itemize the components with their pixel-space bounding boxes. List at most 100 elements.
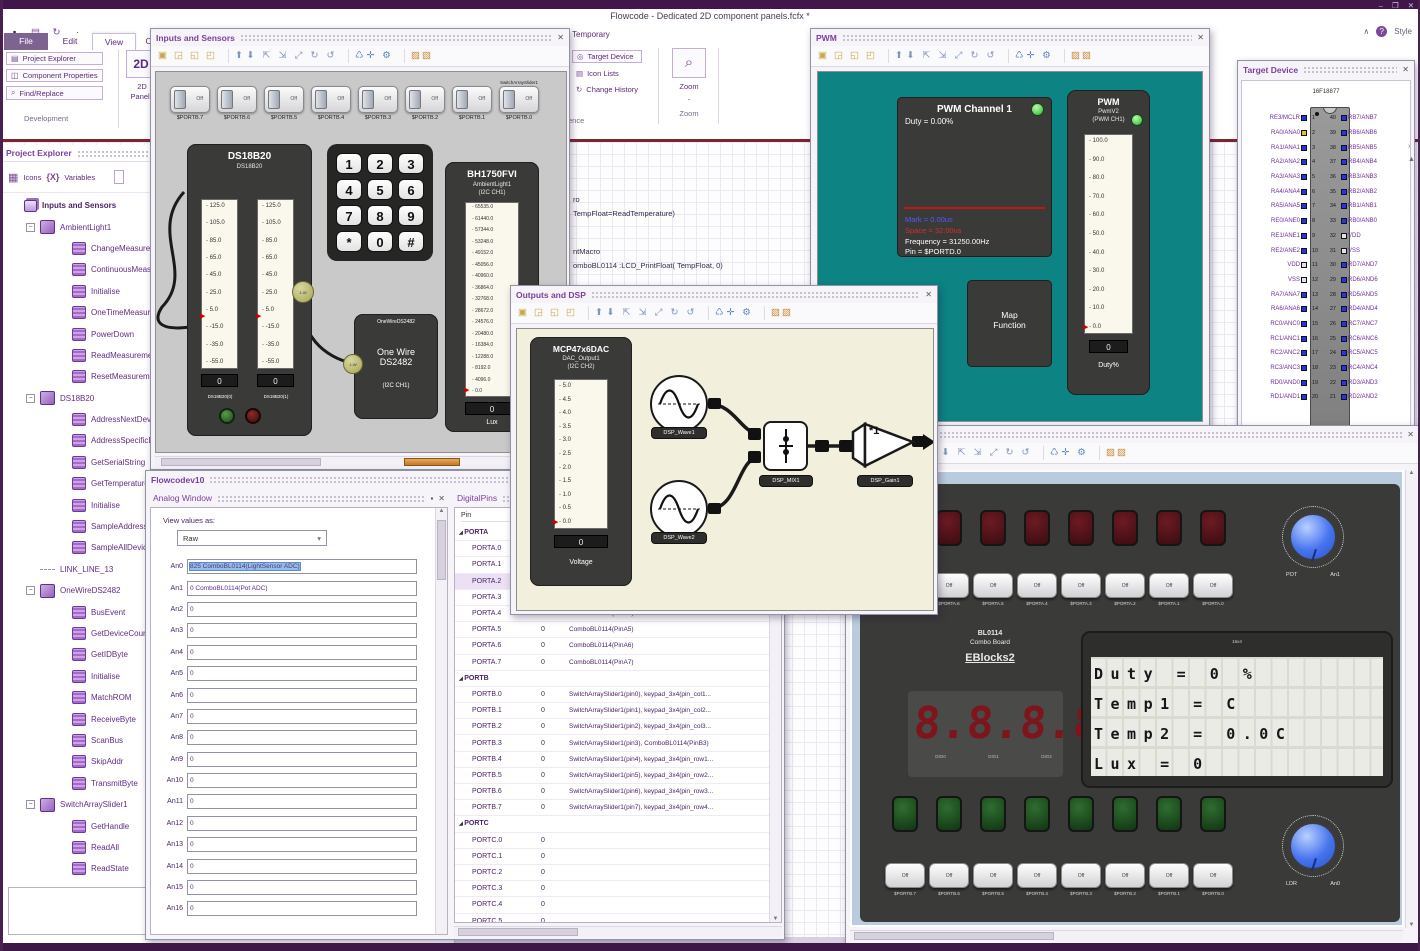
toolbar-icon[interactable]: ▧ bbox=[1115, 446, 1128, 460]
analog-value-field[interactable]: 0 bbox=[187, 858, 417, 874]
tree-expander-icon[interactable]: − bbox=[26, 800, 35, 810]
dsp-mixer-component[interactable] bbox=[763, 421, 808, 471]
horizontal-scrollbar[interactable] bbox=[155, 456, 565, 467]
scrollbar-thumb[interactable] bbox=[404, 458, 460, 466]
slider-switch[interactable]: Off $PORTB.5 bbox=[264, 80, 304, 121]
toolbar-icon[interactable]: ⬆ bbox=[588, 306, 603, 320]
toolbar-icon[interactable]: ◰ bbox=[564, 306, 577, 320]
keypad-key[interactable]: # bbox=[398, 231, 424, 252]
close-icon[interactable]: ✕ bbox=[1197, 33, 1204, 42]
tree-expander-icon[interactable] bbox=[58, 822, 67, 831]
ribbon-button[interactable]: ◫ Component Properties bbox=[6, 69, 103, 82]
toolbar-icon[interactable]: ▣ bbox=[516, 306, 529, 320]
toolbar-icon[interactable]: ♺ bbox=[348, 49, 364, 63]
switch-knob[interactable] bbox=[221, 90, 233, 109]
switch-knob[interactable] bbox=[315, 90, 327, 109]
panel-2d-canvas[interactable]: Off $PORTB.7 Off $PORTB.6 Off $PORTB.5 O… bbox=[155, 71, 567, 453]
toolbar-icon[interactable]: ↺ bbox=[1019, 446, 1032, 460]
switch-body[interactable]: Off bbox=[499, 86, 539, 113]
vscroll-up-icon[interactable]: ▲ bbox=[1408, 156, 1415, 163]
analog-value-field[interactable]: 0 bbox=[187, 751, 417, 767]
scrollbar-thumb[interactable] bbox=[458, 928, 578, 936]
close-icon[interactable]: ✕ bbox=[1408, 1, 1414, 10]
digital-pin-row[interactable]: PORTA.5 0 ComboBL0114(PinA5) bbox=[455, 622, 781, 639]
slider-switch[interactable]: Off $PORTB.3 bbox=[358, 80, 398, 121]
analog-value-field[interactable]: 0 bbox=[187, 794, 417, 810]
knob-dial[interactable] bbox=[1289, 822, 1337, 870]
toolbar-icon[interactable]: ↻ bbox=[1003, 446, 1016, 460]
toolbar-icon[interactable]: ◲ bbox=[532, 306, 545, 320]
tree-expander-icon[interactable] bbox=[58, 864, 67, 873]
slider-switch[interactable]: SwitchArraySlider1 Off $PORTB.0 bbox=[499, 80, 539, 121]
keypad-key[interactable]: * bbox=[336, 231, 362, 252]
switch-body[interactable]: Off bbox=[452, 86, 492, 113]
tree-expander-icon[interactable] bbox=[58, 479, 67, 488]
ribbon-checkbox-item[interactable]: ▤ Icon Lists bbox=[572, 68, 642, 79]
voltage-gauge[interactable]: 5.0 4.5 4.0 3.5 3.0 2.5 2.0 1.5 1.0 0.5 0.0 ▶ bbox=[553, 379, 608, 529]
port-button[interactable]: Off $PORTA.4 bbox=[1017, 573, 1057, 606]
digital-pin-row[interactable]: PORTC.0 0 bbox=[455, 833, 781, 849]
keypad-key[interactable]: 4 bbox=[336, 179, 362, 200]
toolbar-icon[interactable]: ⚙ bbox=[740, 306, 753, 320]
toolbar-icon[interactable]: ⇱ bbox=[955, 446, 968, 460]
tree-expander-icon[interactable] bbox=[58, 308, 67, 317]
toolbar-icon[interactable]: ♺ bbox=[1043, 446, 1059, 460]
ribbon-tab[interactable]: Edit bbox=[48, 33, 92, 50]
switch-knob[interactable] bbox=[362, 90, 374, 109]
toolbar-icon[interactable]: ▨ bbox=[404, 49, 420, 63]
switch-knob[interactable] bbox=[268, 90, 280, 109]
view-mode-dropdown[interactable]: Raw ▾ bbox=[177, 530, 327, 546]
toolbar-icon[interactable]: ⇲ bbox=[276, 49, 289, 63]
toolbar-icon[interactable]: ▧ bbox=[1080, 49, 1093, 63]
toolbar-icon[interactable]: ◲ bbox=[172, 49, 185, 63]
tree-expander-icon[interactable] bbox=[26, 565, 35, 574]
toolbar-icon[interactable]: ⚙ bbox=[380, 49, 393, 63]
switch-knob[interactable] bbox=[456, 90, 468, 109]
scroll-down-icon[interactable]: ▼ bbox=[1406, 922, 1417, 928]
digital-pin-row[interactable]: PORTA.6 0 ComboBL0114(PinA6) bbox=[455, 638, 781, 655]
off-button[interactable]: Off bbox=[1105, 863, 1145, 888]
off-button[interactable]: Off bbox=[929, 863, 969, 888]
tree-expander-icon[interactable] bbox=[58, 351, 67, 360]
chip-pinout[interactable]: RE3/MCLR 1 40 RB7/ANB7 RA0/ANA0 2 39 RB6… bbox=[1244, 107, 1408, 429]
switch-body[interactable]: Off bbox=[405, 86, 445, 113]
duty-gauge[interactable]: 100.0 90.0 80.0 70.0 60.0 50.0 40.0 30.0 20.0 10.… bbox=[1083, 134, 1133, 334]
port-button[interactable]: Off $PORTB.2 bbox=[1105, 863, 1145, 896]
keypad-key[interactable]: 7 bbox=[336, 205, 362, 226]
toolbar-icon[interactable]: ⤢ bbox=[952, 49, 965, 63]
tree-expander-icon[interactable] bbox=[58, 372, 67, 381]
tree-expander-icon[interactable] bbox=[58, 672, 67, 681]
digital-pin-row[interactable]: PORTB.2 0 SwitchArraySlider1(pin2), keyp… bbox=[455, 719, 781, 736]
keypad-key[interactable]: 8 bbox=[367, 205, 393, 226]
ribbon-button[interactable]: ⌕ Find/Replace bbox=[6, 86, 103, 100]
toolbar-icon[interactable]: ◱ bbox=[188, 49, 201, 63]
port-button[interactable]: Off $PORTB.0 bbox=[1193, 863, 1233, 896]
toolbar-icon[interactable]: ⇱ bbox=[920, 49, 933, 63]
tree-expander-icon[interactable] bbox=[58, 543, 67, 552]
tree-expander-icon[interactable] bbox=[10, 201, 19, 210]
switch-body[interactable]: Off bbox=[311, 86, 351, 113]
off-button[interactable]: Off bbox=[1193, 863, 1233, 888]
tree-expander-icon[interactable] bbox=[58, 415, 67, 424]
tree-expander-icon[interactable] bbox=[58, 629, 67, 638]
tree-expander-icon[interactable]: − bbox=[26, 586, 35, 596]
switch-body[interactable]: Off bbox=[358, 86, 398, 113]
analog-value-field[interactable]: 0 bbox=[187, 644, 417, 660]
green-button[interactable] bbox=[219, 408, 235, 424]
analog-value-field[interactable]: 0 bbox=[187, 601, 417, 617]
toolbar-icon[interactable]: ⤢ bbox=[652, 306, 665, 320]
toolbar-icon[interactable]: ▣ bbox=[816, 49, 829, 63]
analog-value-field[interactable]: 0 ComboBL0114(Pot ADC) bbox=[187, 580, 417, 596]
close-icon[interactable]: ✕ bbox=[925, 290, 932, 299]
zoom-minus-button[interactable]: - bbox=[666, 95, 712, 104]
tree-expander-icon[interactable] bbox=[58, 608, 67, 617]
icons-view-label[interactable]: Icons bbox=[23, 173, 41, 182]
port-button[interactable]: Off $PORTA.1 bbox=[1149, 573, 1189, 606]
toolbar-icon[interactable]: ⬆ bbox=[888, 49, 903, 63]
tree-expander-icon[interactable] bbox=[58, 843, 67, 852]
scrollbar-thumb[interactable] bbox=[854, 932, 1054, 940]
analog-value-field[interactable]: 825 ComboBL0114(LightSensor ADC) bbox=[187, 559, 417, 575]
toolbar-icon[interactable]: ♺ bbox=[1008, 49, 1024, 63]
macros-icon[interactable] bbox=[114, 170, 125, 184]
horizontal-scrollbar[interactable] bbox=[454, 926, 782, 937]
